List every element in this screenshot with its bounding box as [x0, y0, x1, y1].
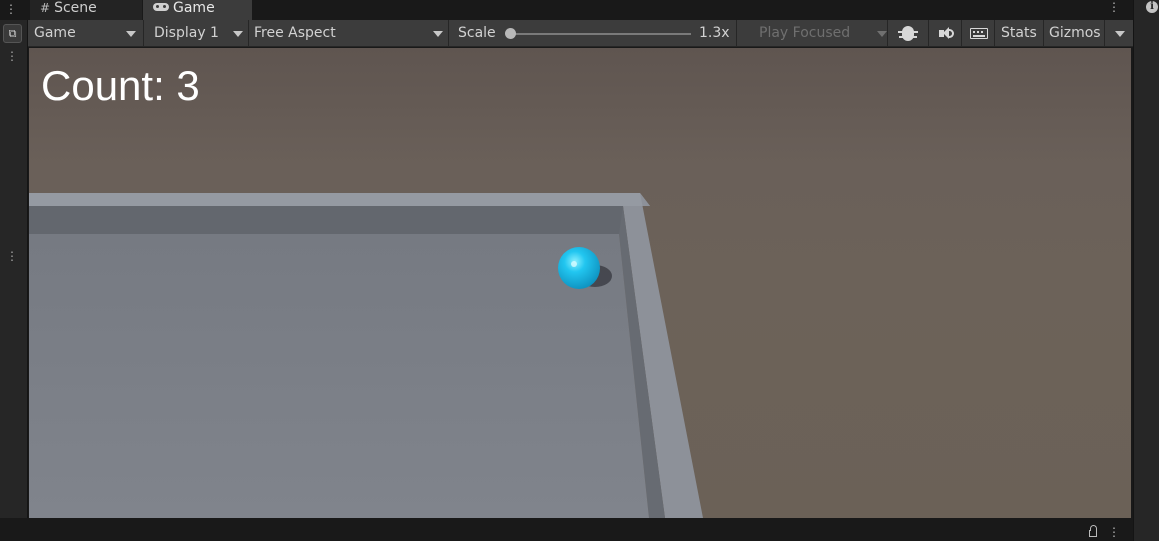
debug-toggle[interactable] [889, 20, 929, 47]
score-value: 3 [176, 62, 200, 109]
tab-scene-label: Scene [54, 0, 97, 16]
scale-value: 1.3x [699, 25, 730, 41]
gizmos-dropdown[interactable] [1106, 20, 1133, 47]
tab-menu-icon[interactable]: ⋮ [4, 1, 18, 19]
aspect-dropdown[interactable]: Free Aspect [250, 20, 449, 47]
play-mode-label: Play Focused [759, 25, 851, 41]
keyboard-icon [970, 28, 988, 39]
right-panel-strip [1133, 0, 1159, 541]
grid-icon: # [40, 1, 51, 15]
window-menu-icon[interactable]: ⋮ [1107, 0, 1121, 18]
keyboard-shortcuts-toggle[interactable] [963, 20, 995, 47]
score-label: Count: [41, 62, 165, 109]
unity-game-window: ⋮ # Scene Game ⋮ i ⧉ ⋮ ⋮ Game Display 1 F… [0, 0, 1159, 541]
play-mode-dropdown[interactable]: Play Focused [738, 20, 888, 47]
panel-menu-icon[interactable]: ⋮ [6, 49, 18, 65]
panel-menu-icon-secondary[interactable]: ⋮ [6, 249, 18, 265]
view-dropdown[interactable]: Game [28, 20, 144, 47]
lock-icon[interactable] [1089, 525, 1097, 537]
scale-label: Scale [458, 25, 496, 41]
tab-game-label: Game [173, 0, 215, 16]
display-dropdown[interactable]: Display 1 [145, 20, 249, 47]
chevron-down-icon [126, 31, 136, 37]
gizmos-button[interactable]: Gizmos [1045, 20, 1105, 47]
game-scene [29, 193, 703, 518]
score-counter: Count: 3 [41, 62, 200, 110]
bottom-bar [0, 518, 1133, 541]
stats-button[interactable]: Stats [996, 20, 1044, 47]
tab-strip: ⋮ # Scene Game ⋮ [0, 0, 1133, 20]
scale-control: Scale 1.3x [450, 20, 737, 47]
game-viewport[interactable]: Count: 3 [29, 48, 1131, 518]
player-ball [558, 247, 600, 289]
maximize-icon[interactable]: ⧉ [3, 24, 22, 43]
chevron-down-icon [877, 31, 887, 37]
bug-icon [898, 26, 918, 41]
chevron-down-icon [433, 31, 443, 37]
wall-top-back [29, 193, 650, 206]
mute-audio-toggle[interactable] [930, 20, 962, 47]
bottom-menu-icon[interactable]: ⋮ [1108, 525, 1120, 541]
stats-label: Stats [1001, 25, 1037, 41]
arena-floor [29, 234, 649, 518]
view-dropdown-label: Game [34, 25, 76, 41]
speaker-icon [939, 27, 949, 39]
gamepad-icon [153, 3, 169, 11]
chevron-down-icon [1115, 31, 1125, 37]
sound-wave-icon [949, 29, 954, 38]
chevron-down-icon [233, 31, 243, 37]
scale-slider-track[interactable] [507, 33, 691, 35]
tab-game[interactable]: Game [143, 0, 252, 20]
game-toolbar: Game Display 1 Free Aspect Scale 1.3x Pl… [28, 20, 1133, 47]
tab-scene[interactable]: # Scene [30, 0, 142, 20]
left-panel-strip: ⧉ ⋮ ⋮ [0, 20, 28, 518]
ball-highlight [571, 261, 577, 267]
aspect-dropdown-label: Free Aspect [254, 25, 336, 41]
gizmos-label: Gizmos [1049, 25, 1101, 41]
scale-slider-handle[interactable] [505, 28, 516, 39]
info-icon[interactable]: i [1146, 1, 1158, 13]
display-dropdown-label: Display 1 [154, 25, 219, 41]
wall-inner-back [29, 206, 623, 234]
